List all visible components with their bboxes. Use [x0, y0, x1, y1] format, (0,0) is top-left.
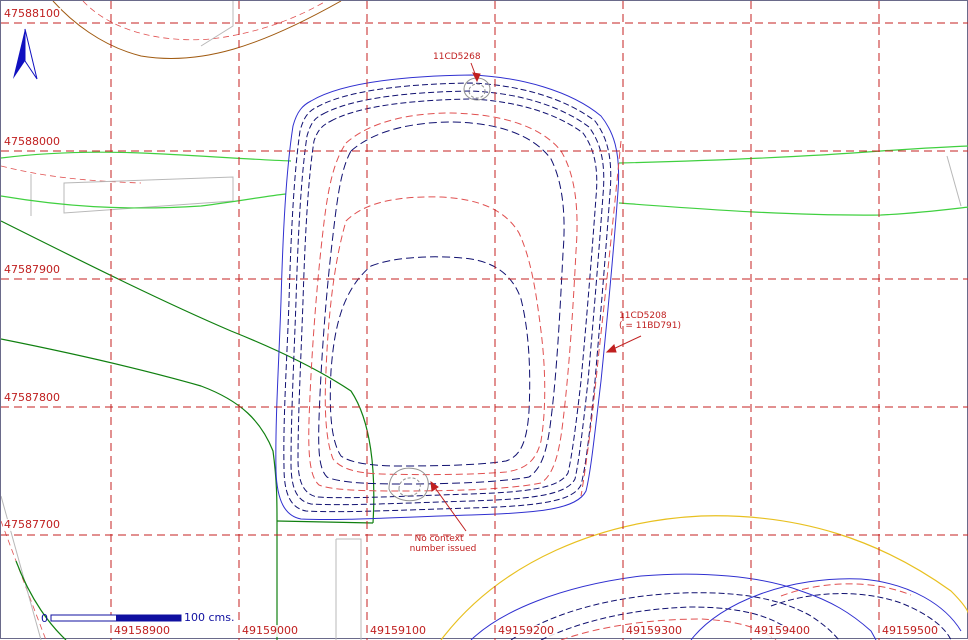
dark-green-lines: [1, 220, 375, 640]
label-11BD791: ( = 11BD791): [619, 321, 682, 331]
brown-boundary-line: [52, 1, 342, 59]
site-plan-map: 47588100 47588000 47587900 47587800 4758…: [0, 0, 968, 640]
easting-label: 49159300: [625, 624, 683, 637]
easting-label: 49159200: [497, 624, 555, 637]
north-arrow-icon: [13, 28, 38, 80]
navy-contour-1: [283, 82, 612, 513]
northing-label: 47588100: [3, 7, 61, 20]
easting-label: 49159100: [369, 624, 427, 637]
red-contour-1: [308, 112, 578, 492]
navy-contour-2: [290, 90, 605, 506]
northing-label: 47587800: [3, 391, 61, 404]
label-11CD5208: 11CD5208: [619, 311, 667, 321]
northing-label: 47588000: [3, 135, 61, 148]
easting-label: 49159400: [753, 624, 811, 637]
easting-label: 49158900: [113, 624, 171, 637]
navy-contour-4: [318, 121, 565, 485]
scale-start-label: 0: [41, 612, 48, 625]
red-contour-3: [580, 140, 622, 497]
yellow-line: [440, 515, 968, 640]
navy-contour-5: [329, 256, 531, 467]
label-11CD5268: 11CD5268: [433, 52, 481, 62]
northing-label: 47587900: [3, 263, 61, 276]
northing-label: 47587700: [3, 518, 61, 531]
label-number-issued: number issued: [409, 544, 477, 554]
navy-contour-3: [297, 98, 598, 499]
map-drawing: [1, 1, 968, 640]
feature-11CD5208: [275, 74, 622, 521]
scale-bar: [50, 614, 182, 622]
coordinate-grid: [1, 1, 968, 640]
easting-label: 49159000: [241, 624, 299, 637]
easting-label: 49159500: [881, 624, 939, 637]
red-contour-2: [324, 196, 546, 476]
scale-end-label: 100 cms.: [184, 611, 235, 624]
outer-blue-contour: [275, 74, 620, 521]
label-no-context: No context: [414, 534, 464, 544]
